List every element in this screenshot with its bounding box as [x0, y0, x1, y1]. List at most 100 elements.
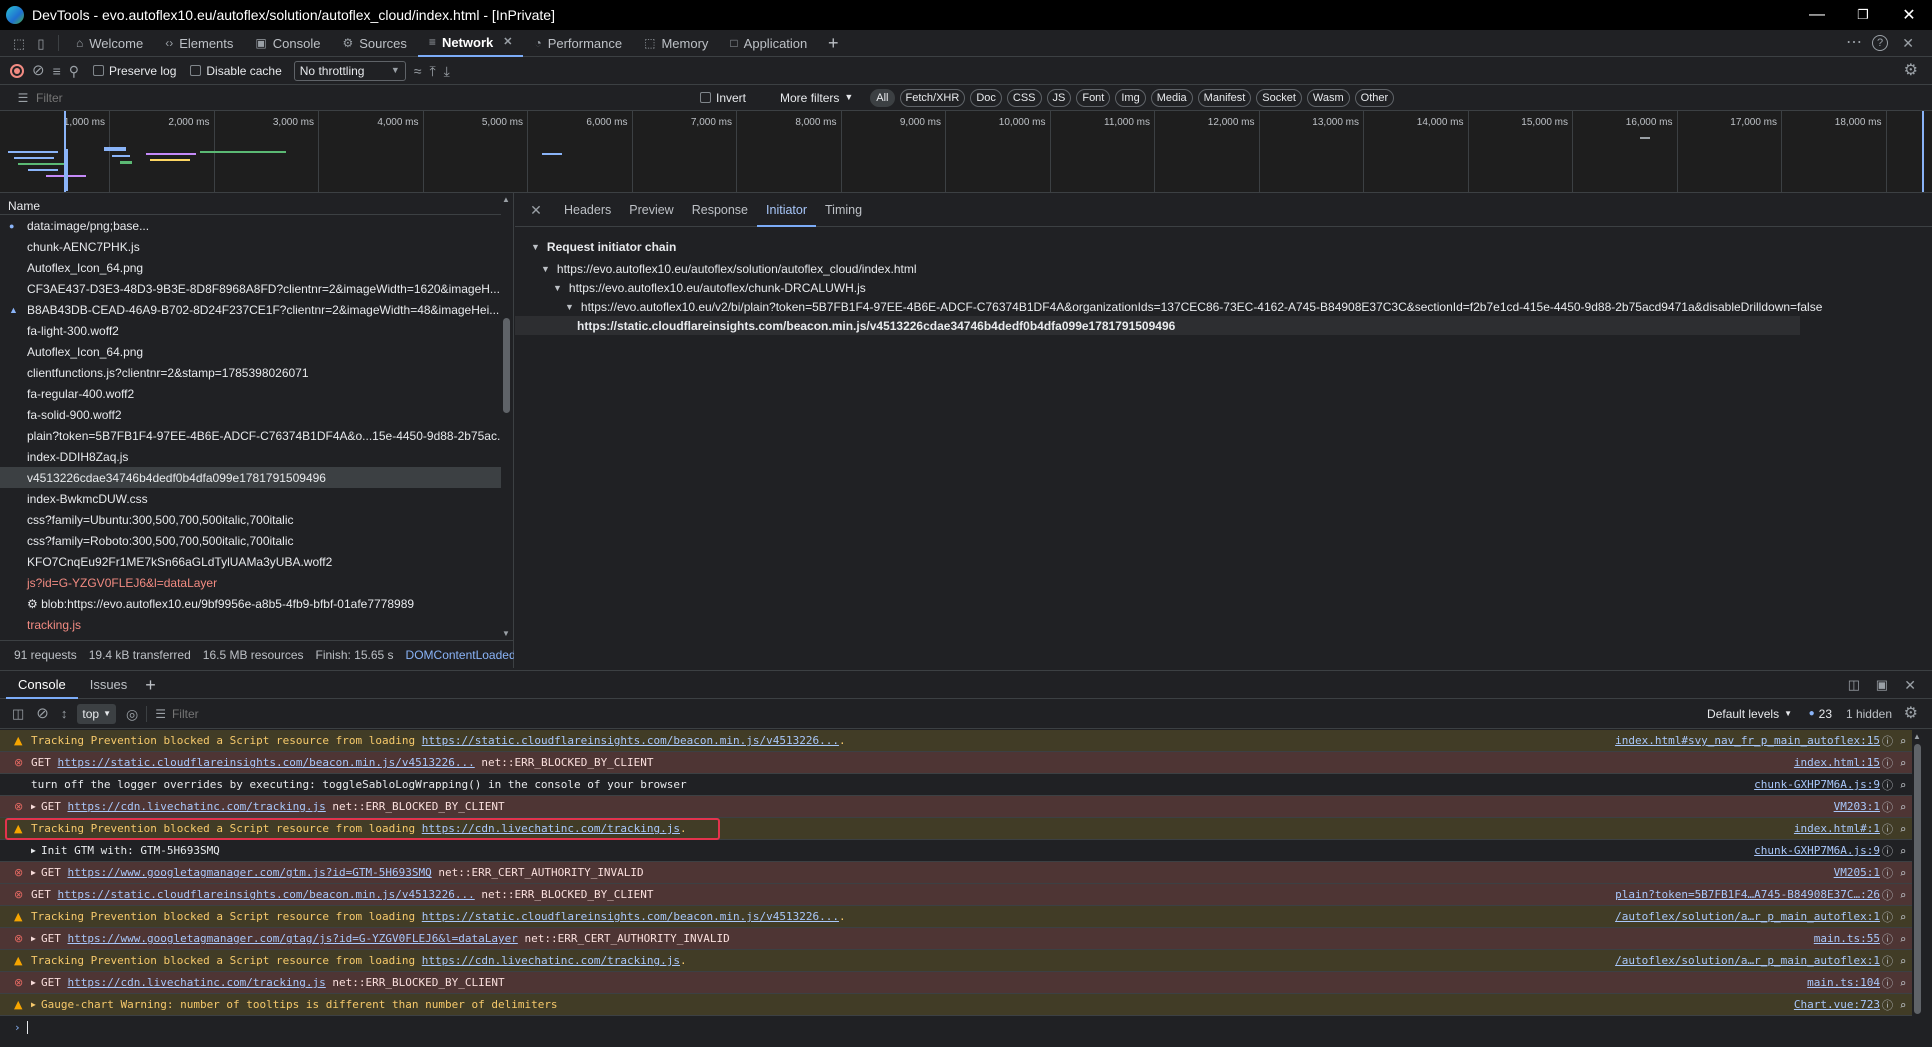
checkbox-box[interactable] — [93, 65, 105, 76]
type-filter-css[interactable]: CSS — [1006, 88, 1042, 107]
message-actions-icon[interactable]: ⓘ ⌕ — [1882, 887, 1912, 903]
console-filter-input[interactable] — [165, 703, 1666, 724]
type-filter-js[interactable]: JS — [1046, 88, 1072, 107]
console-message[interactable]: ▲ Tracking Prevention blocked a Script re… — [0, 906, 1912, 928]
message-source-link[interactable]: main.ts:55 — [1814, 932, 1880, 945]
type-filter-all[interactable]: All — [870, 88, 895, 107]
console-sidebar-icon[interactable]: ◫ — [12, 707, 24, 720]
request-row[interactable]: CF3AE437-D3E3-48D3-9B3E-8D8F8968A8FD?cli… — [0, 278, 513, 299]
network-conditions-icon[interactable]: ≈ — [414, 64, 422, 78]
tab-sources[interactable]: ⚙ Sources — [331, 30, 417, 57]
type-filter-font[interactable]: Font — [1076, 88, 1111, 107]
message-source-link[interactable]: plain?token=5B7FB1F4…A745-B84908E37C…:26 — [1615, 888, 1880, 901]
live-expression-eye-icon[interactable]: ◎ — [126, 707, 138, 721]
request-row[interactable]: fa-regular-400.woff2 — [0, 383, 513, 404]
message-actions-icon[interactable]: ⓘ ⌕ — [1882, 931, 1912, 947]
drawer-tab-issues[interactable]: Issues — [78, 670, 140, 699]
console-message[interactable]: ▲ Tracking Prevention blocked a Script re… — [0, 950, 1912, 972]
message-actions-icon[interactable]: ⓘ ⌕ — [1882, 843, 1912, 859]
minimize-icon[interactable]: — — [1794, 0, 1840, 30]
add-drawer-tab-icon[interactable]: + — [145, 676, 156, 694]
request-row[interactable]: v4513226cdae34746b4dedf0b4dfa099e1781791… — [0, 467, 513, 488]
checkbox-box[interactable] — [700, 92, 711, 103]
network-overview-timeline[interactable]: 1,000 ms 2,000 ms 3,000 ms 4,000 ms 5,000 ms… — [0, 111, 1932, 193]
message-actions-icon[interactable]: ⓘ ⌕ — [1882, 733, 1912, 749]
throttling-select[interactable]: No throttling ▼ — [293, 60, 406, 81]
network-filter-input[interactable] — [30, 87, 620, 108]
request-row[interactable]: plain?token=5B7FB1F4-97EE-4B6E-ADCF-C763… — [0, 425, 513, 446]
tab-console[interactable]: ▣ Console — [244, 30, 331, 57]
close-devtools-icon[interactable]: ✕ — [1902, 36, 1914, 50]
record-icon[interactable] — [10, 63, 24, 78]
network-settings-gear-icon[interactable]: ⚙ — [1904, 62, 1918, 79]
request-row[interactable]: chunk-AENC7PHK.js — [0, 236, 513, 257]
console-scrollbar[interactable]: ▲ — [1912, 730, 1924, 1047]
close-drawer-icon[interactable]: ✕ — [1904, 678, 1916, 692]
message-url-link[interactable]: https://static.cloudflareinsights.com/be… — [422, 910, 839, 923]
close-tab-icon[interactable]: ✕ — [503, 36, 512, 48]
undock-drawer-icon[interactable]: ▣ — [1876, 678, 1888, 691]
scrollbar-thumb[interactable] — [1914, 744, 1921, 1014]
expand-triangle-icon[interactable]: ▶ — [31, 978, 41, 987]
help-icon[interactable]: ? — [1872, 35, 1888, 51]
console-prompt[interactable]: › — [0, 1016, 1912, 1038]
message-source-link[interactable]: index.html#svy_nav_fr_p_main_autoflex:15 — [1615, 734, 1880, 747]
tab-application[interactable]: □ Application — [719, 30, 818, 57]
expand-triangle-icon[interactable]: ▶ — [31, 802, 41, 811]
export-har-icon[interactable]: ⤓ — [444, 64, 450, 78]
console-message[interactable]: turn off the logger overrides by executi… — [0, 774, 1912, 796]
initiator-chain-item[interactable]: ▼ https://evo.autoflex10.eu/v2/bi/plain?t… — [531, 297, 1916, 316]
type-filter-fetchxhr[interactable]: Fetch/XHR — [899, 88, 966, 107]
console-message[interactable]: ⊗ ▶ GET https://www.googletagmanager.com/g… — [0, 928, 1912, 950]
clear-console-icon[interactable]: ⊘ — [36, 706, 49, 721]
type-filter-img[interactable]: Img — [1115, 88, 1146, 107]
console-message[interactable]: ⊗ ▶ GET https://cdn.livechatinc.com/tracki… — [0, 972, 1912, 994]
message-source-link[interactable]: index.html#:1 — [1794, 822, 1880, 835]
console-message[interactable]: ⊗ ▶ GET https://cdn.livechatinc.com/tracki… — [0, 796, 1912, 818]
request-list-scrollbar[interactable]: ▲ ▼ — [501, 193, 513, 640]
collapse-groups-icon[interactable]: ↕ — [61, 707, 68, 720]
checkbox-box[interactable] — [190, 65, 202, 76]
expand-triangle-icon[interactable]: ▶ — [31, 1000, 41, 1009]
scrollbar-thumb[interactable] — [503, 318, 510, 413]
expand-triangle-icon[interactable]: ▶ — [31, 868, 41, 877]
request-row[interactable]: index-BwkmcDUW.css — [0, 488, 513, 509]
console-message[interactable]: ▲ ▶ Gauge-chart Warning: number of tooltip… — [0, 994, 1912, 1016]
message-url-link[interactable]: https://www.googletagmanager.com/gtag/js… — [68, 932, 518, 945]
message-actions-icon[interactable]: ⓘ ⌕ — [1882, 777, 1912, 793]
tab-preview[interactable]: Preview — [620, 193, 682, 227]
initiator-chain-item[interactable]: ▼ https://evo.autoflex10.eu/autoflex/solu… — [531, 259, 1916, 278]
message-url-link[interactable]: https://cdn.livechatinc.com/tracking.js — [68, 976, 326, 989]
type-filter-other[interactable]: Other — [1354, 88, 1395, 107]
search-icon[interactable]: ⚲ — [69, 64, 79, 78]
invert-checkbox[interactable]: Invert — [700, 91, 746, 105]
clear-icon[interactable]: ⊘ — [32, 63, 45, 78]
context-selector[interactable]: top ▼ — [77, 703, 116, 724]
request-row[interactable]: css?family=Roboto:300,500,700,500italic,… — [0, 530, 513, 551]
inspect-element-icon[interactable]: ⬚ — [8, 37, 30, 50]
message-actions-icon[interactable]: ⓘ ⌕ — [1882, 975, 1912, 991]
tab-performance[interactable]: ◔ Performance — [523, 30, 633, 57]
message-source-link[interactable]: index.html:15 — [1794, 756, 1880, 769]
message-url-link[interactable]: https://cdn.livechatinc.com/tracking.js — [422, 954, 680, 967]
type-filter-socket[interactable]: Socket — [1256, 88, 1302, 107]
type-filter-wasm[interactable]: Wasm — [1306, 88, 1350, 107]
scroll-up-icon[interactable]: ▲ — [1913, 733, 1921, 741]
request-row[interactable]: tracking.js — [0, 614, 513, 635]
expand-triangle-icon[interactable]: ▶ — [31, 934, 41, 943]
console-message[interactable]: ⊗ GET https://static.cloudflareinsights.c… — [0, 884, 1912, 906]
disable-cache-checkbox[interactable]: Disable cache — [190, 64, 282, 78]
type-filter-doc[interactable]: Doc — [970, 88, 1002, 107]
issues-counter[interactable]: ● 23 — [1809, 707, 1832, 721]
message-actions-icon[interactable]: ⓘ ⌕ — [1882, 997, 1912, 1013]
message-actions-icon[interactable]: ⓘ ⌕ — [1882, 953, 1912, 969]
tab-timing[interactable]: Timing — [816, 193, 871, 227]
close-details-icon[interactable]: ✕ — [527, 203, 545, 217]
selection-handle[interactable] — [1922, 111, 1924, 192]
dock-side-icon[interactable]: ◫ — [1848, 678, 1860, 691]
message-actions-icon[interactable]: ⓘ ⌕ — [1882, 909, 1912, 925]
initiator-chain-item[interactable]: ▼ https://evo.autoflex10.eu/autoflex/chun… — [531, 278, 1916, 297]
console-message[interactable]: ⊗ ▶ GET https://www.googletagmanager.com/g… — [0, 862, 1912, 884]
import-har-icon[interactable]: ⤒ — [429, 64, 435, 78]
console-message[interactable]: ▶ Init GTM with: GTM-5H693SMQ chunk-GXHP7M… — [0, 840, 1912, 862]
